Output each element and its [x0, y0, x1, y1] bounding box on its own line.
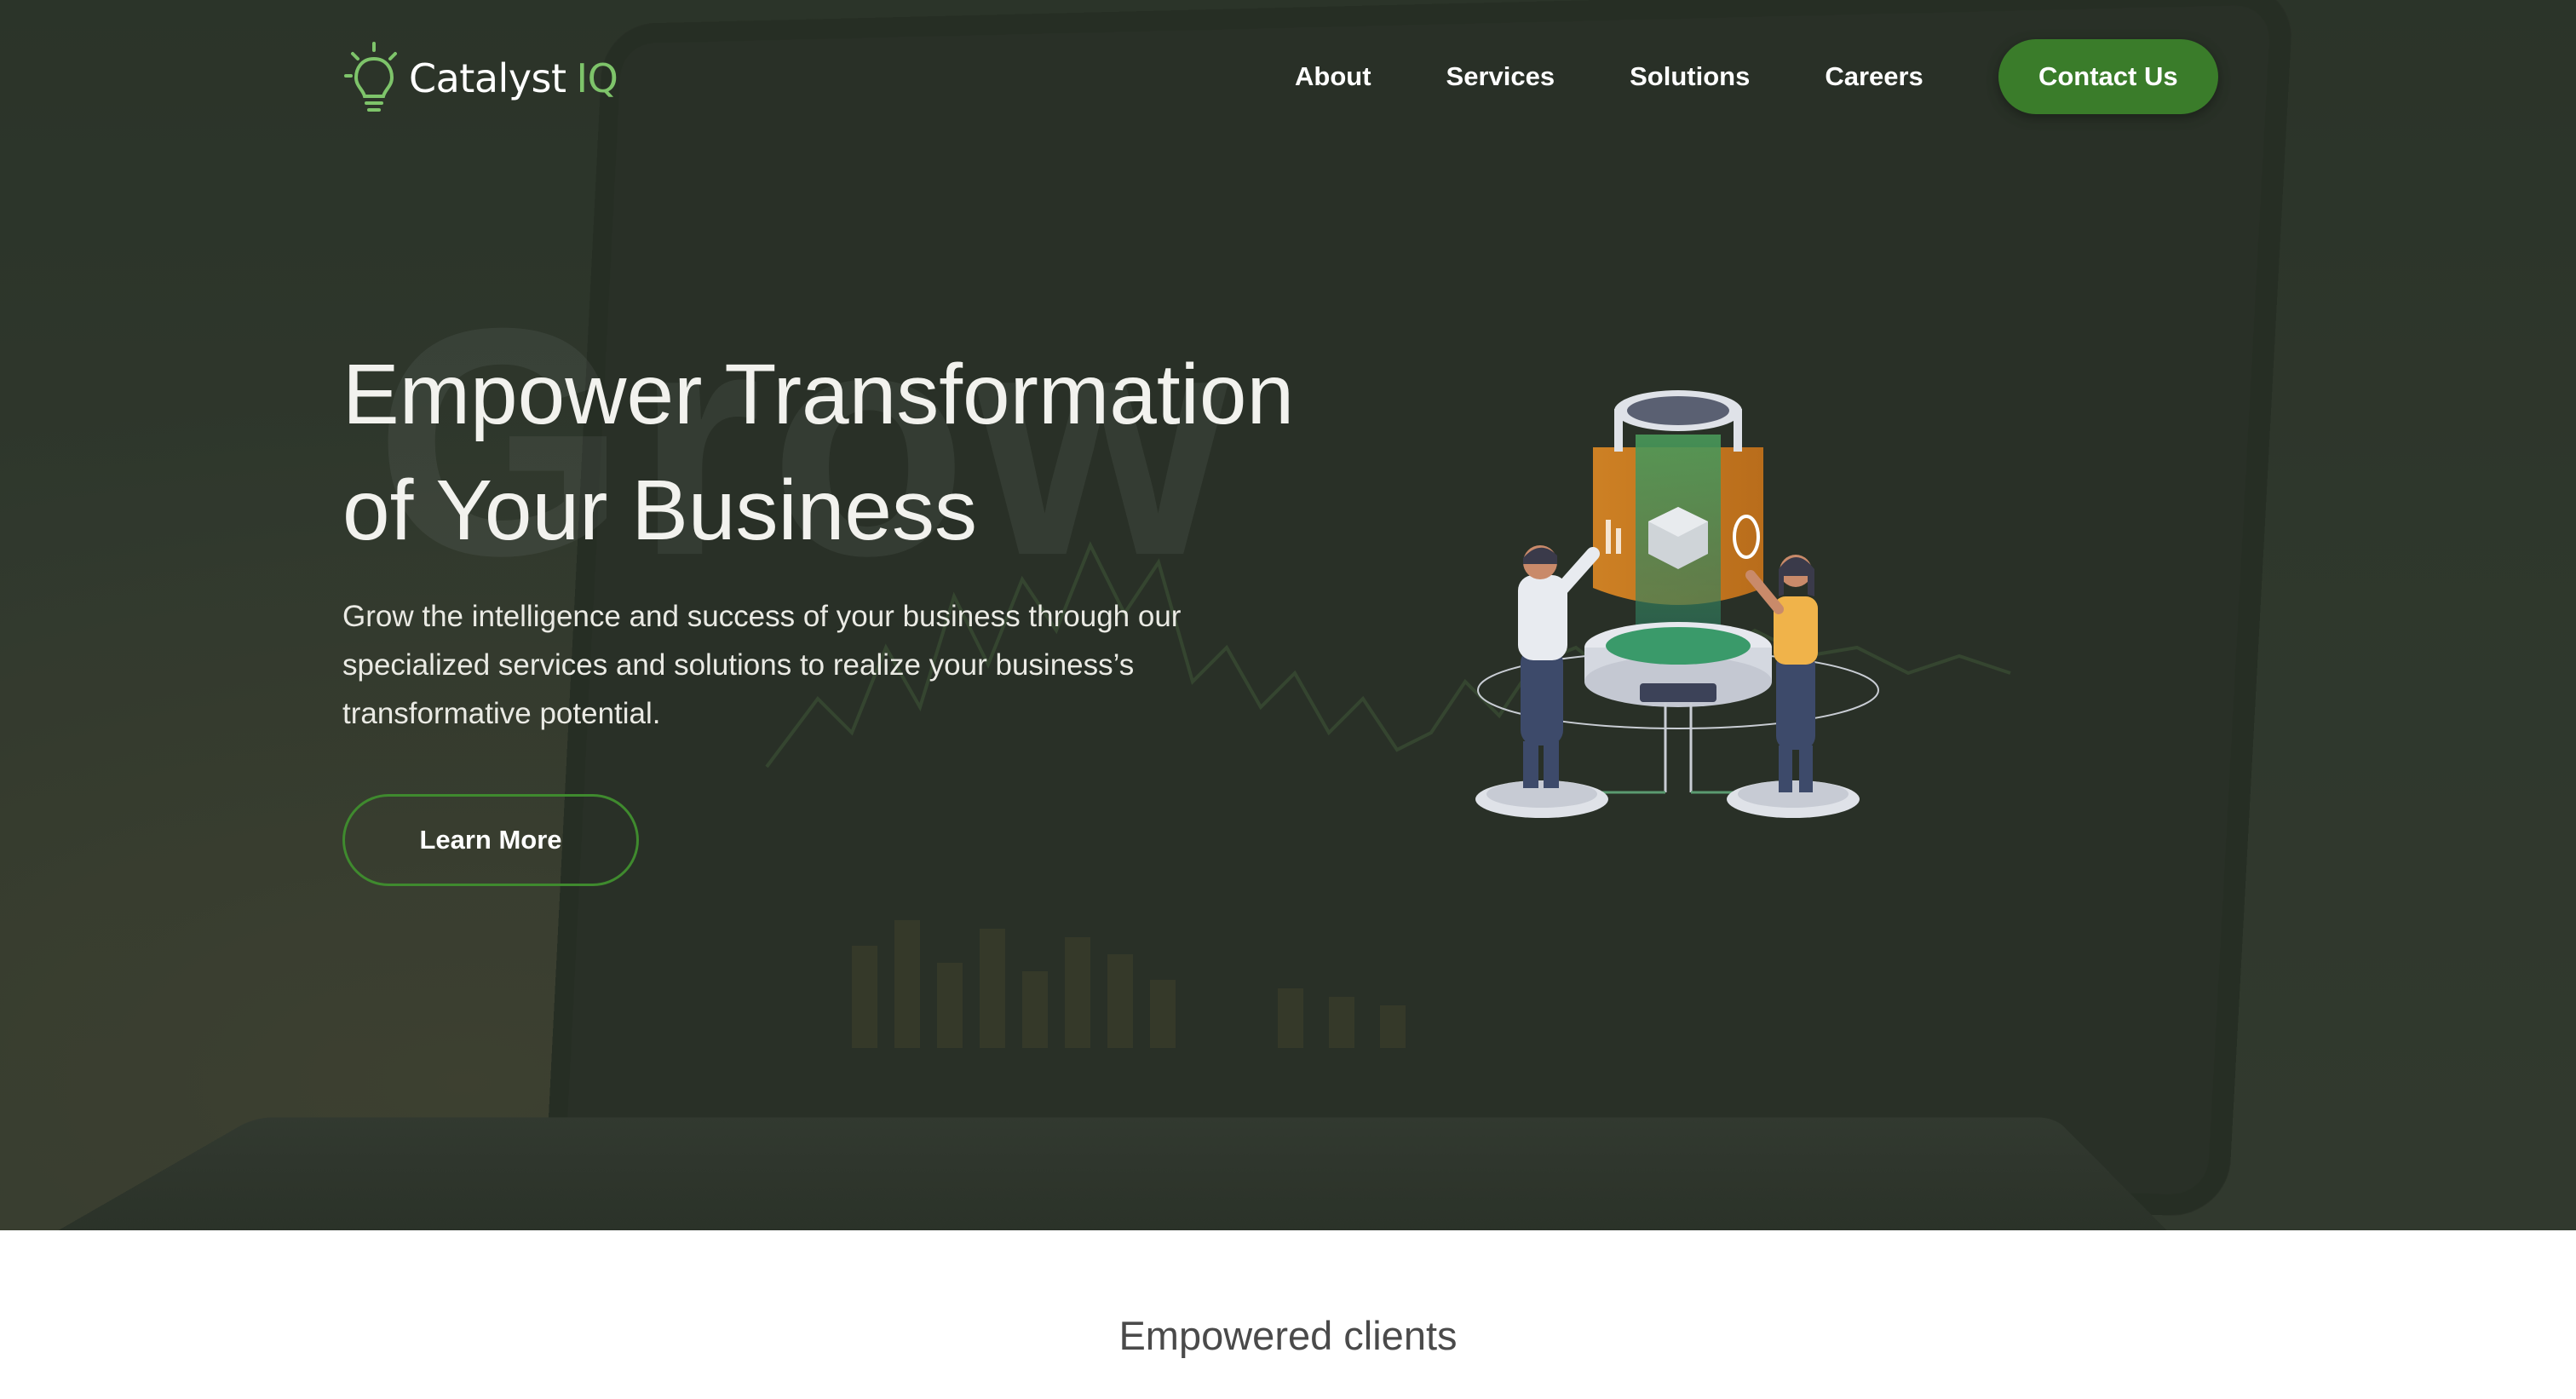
- nav-link-careers[interactable]: Careers: [1825, 61, 1923, 92]
- nav-link-solutions[interactable]: Solutions: [1630, 61, 1750, 92]
- contact-us-button[interactable]: Contact Us: [1998, 39, 2218, 114]
- nav-link-services[interactable]: Services: [1446, 61, 1555, 92]
- data-platform-illustration: [1475, 390, 1879, 818]
- hero-headline: Empower Transformation of Your Business: [342, 337, 1365, 568]
- nav-link-about[interactable]: About: [1295, 61, 1371, 92]
- logo-text: Catalyst IQ: [409, 55, 618, 101]
- main-nav: About Services Solutions Careers Contact…: [1295, 37, 2218, 116]
- lightbulb-icon: [344, 42, 397, 112]
- logo[interactable]: Catalyst IQ: [344, 37, 618, 119]
- learn-more-button[interactable]: Learn More: [342, 794, 639, 886]
- clients-section-title: Empowered clients: [1118, 1313, 1458, 1358]
- hero-subtext: Grow the intelligence and success of you…: [342, 600, 1182, 730]
- logo-accent: IQ: [576, 55, 618, 101]
- hero-headline-line1: Empower Transformation: [342, 347, 1295, 442]
- hero-headline-line2: of Your Business: [342, 463, 977, 558]
